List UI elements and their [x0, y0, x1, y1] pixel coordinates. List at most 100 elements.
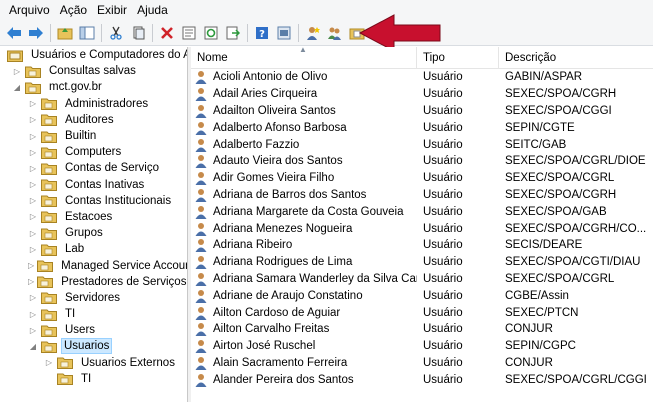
expand-arrow-icon[interactable]: ▷: [28, 244, 38, 254]
menu-acao[interactable]: Ação: [55, 0, 92, 20]
expand-arrow-icon[interactable]: ▷: [28, 228, 38, 238]
cell-nome: Ailton Carvalho Freitas: [191, 322, 417, 337]
expand-arrow-icon[interactable]: ▷: [12, 66, 22, 76]
new-group-icon[interactable]: [326, 24, 344, 42]
expand-arrow-icon[interactable]: ▷: [28, 115, 38, 125]
back-arrow-icon[interactable]: [5, 24, 23, 42]
expand-arrow-icon[interactable]: ▷: [28, 325, 38, 335]
folder-icon: [57, 357, 73, 370]
expand-arrow-icon[interactable]: ▷: [28, 163, 38, 173]
expand-arrow-icon[interactable]: ▷: [28, 196, 38, 206]
forward-arrow-icon[interactable]: [27, 24, 45, 42]
list-row[interactable]: Adalberto Afonso Barbosa Usuário SEPIN/CGT…: [191, 119, 653, 136]
expand-arrow-icon[interactable]: ▷: [28, 309, 38, 319]
tree-item[interactable]: ▷ TI: [0, 306, 187, 322]
column-header-descricao[interactable]: Descrição: [499, 47, 653, 68]
expand-arrow-icon[interactable]: ▷: [28, 261, 34, 271]
expand-arrow-icon[interactable]: ▷: [28, 277, 34, 287]
list-row[interactable]: Airton José Ruschel Usuário SEPIN/CGPC: [191, 338, 653, 355]
menu-exibir[interactable]: Exibir: [92, 0, 132, 20]
up-folder-icon[interactable]: [56, 24, 74, 42]
cell-descricao: SEITC/GAB: [505, 138, 567, 151]
help-icon[interactable]: ?: [253, 24, 271, 42]
list-row[interactable]: Adauto Vieira dos Santos Usuário SEXEC/SPO…: [191, 153, 653, 170]
folder-icon: [41, 292, 57, 305]
tree-item[interactable]: ▷ Contas Institucionais: [0, 193, 187, 209]
cut-icon[interactable]: [107, 24, 125, 42]
list-row[interactable]: Adriane de Araujo Constatino Usuário CGBE/…: [191, 287, 653, 304]
delete-icon[interactable]: [158, 24, 176, 42]
collapse-arrow-icon[interactable]: ◢: [28, 341, 38, 351]
expand-arrow-icon[interactable]: [44, 374, 54, 384]
list-row[interactable]: Ailton Cardoso de Aguiar Usuário SEXEC/PTC…: [191, 304, 653, 321]
tree-item-label: Lab: [65, 243, 85, 256]
tree-item-label: Managed Service Accounts: [61, 259, 188, 272]
user-icon: [195, 222, 207, 236]
list-row[interactable]: Alander Pereira dos Santos Usuário SEXEC/S…: [191, 371, 653, 388]
list-row[interactable]: Adail Aries Cirqueira Usuário SEXEC/SPOA/C…: [191, 86, 653, 103]
tree-item[interactable]: ▷ Estacoes: [0, 209, 187, 225]
cell-nome: Adriana Menezes Nogueira: [191, 222, 417, 236]
tree-item[interactable]: ▷ Auditores: [0, 112, 187, 128]
tree-item[interactable]: ▷ Contas Inativas: [0, 177, 187, 193]
expand-arrow-icon[interactable]: ▷: [28, 293, 38, 303]
tree-item[interactable]: ▷ Administradores: [0, 96, 187, 112]
tree-item[interactable]: ▷ Users: [0, 322, 187, 338]
cell-nome: Alander Pereira dos Santos: [191, 373, 417, 387]
menu-ajuda[interactable]: Ajuda: [132, 0, 173, 20]
cell-nome: Ailton Cardoso de Aguiar: [191, 306, 417, 320]
tree-item[interactable]: ▷ Prestadores de Serviços: [0, 274, 187, 290]
tree-item[interactable]: ◢ Usuarios: [0, 338, 187, 355]
cell-nome: Adriana Rodrigues de Lima: [191, 255, 417, 270]
list-row[interactable]: Adailton Oliveira Santos Usuário SEXEC/SPO…: [191, 103, 653, 120]
expand-arrow-icon[interactable]: ▷: [44, 358, 54, 368]
tree-item-label: Users: [65, 324, 96, 337]
domain-icon: [25, 82, 41, 94]
list-row[interactable]: Adriana Margarete da Costa Gouveia Usuári…: [191, 203, 653, 220]
cell-descricao: SEXEC/SPOA/CGRL/CGGI: [505, 373, 647, 386]
tree-item[interactable]: ◢ mct.gov.br: [0, 79, 187, 95]
list-row[interactable]: Ailton Carvalho Freitas Usuário CONJUR: [191, 321, 653, 338]
show-hide-console-tree-icon[interactable]: [78, 24, 96, 42]
tree-item[interactable]: ▷ Consultas salvas: [0, 63, 187, 79]
expand-arrow-icon[interactable]: ▷: [28, 180, 38, 190]
tree-item[interactable]: ▷ Builtin: [0, 128, 187, 144]
list-row[interactable]: Alain Sacramento Ferreira Usuário CONJUR: [191, 355, 653, 372]
list-row[interactable]: Adriana de Barros dos Santos Usuário SEXEC…: [191, 187, 653, 204]
tree-item[interactable]: ▷ Servidores: [0, 290, 187, 306]
expand-arrow-icon[interactable]: ▷: [28, 131, 38, 141]
list-row[interactable]: Adalberto Fazzio Usuário SEITC/GAB: [191, 136, 653, 153]
console-icon[interactable]: [275, 24, 293, 42]
list-row[interactable]: Adriana Menezes Nogueira Usuário SEXEC/SPO…: [191, 220, 653, 237]
tree-item[interactable]: ▷ Computers: [0, 144, 187, 160]
tree-item[interactable]: ▷ Usuarios Externos: [0, 355, 187, 371]
tree-item[interactable]: ▷ Contas de Serviço: [0, 160, 187, 176]
tree-item[interactable]: ▷ Managed Service Accounts: [0, 257, 187, 273]
list-row[interactable]: Adriana Ribeiro Usuário SECIS/DEARE: [191, 237, 653, 254]
menu-arquivo[interactable]: Arquivo: [4, 0, 55, 20]
folder-icon: [41, 244, 57, 256]
expand-arrow-icon[interactable]: ▷: [28, 212, 38, 222]
properties-icon[interactable]: [180, 24, 198, 42]
list-row[interactable]: Adriana Rodrigues de Lima Usuário SEXEC/SP…: [191, 254, 653, 271]
column-header-tipo[interactable]: Tipo: [417, 47, 499, 68]
list-row[interactable]: Acioli Antonio de Olivo Usuário GABIN/ASPA…: [191, 69, 653, 86]
tree-item[interactable]: ▷ Lab: [0, 241, 187, 257]
list-row[interactable]: Adir Gomes Vieira Filho Usuário SEXEC/SPOA…: [191, 170, 653, 187]
list-row[interactable]: Adriana Samara Wanderley da Silva Carval…: [191, 271, 653, 288]
user-name: Adriana de Barros dos Santos: [213, 188, 367, 201]
copy-icon[interactable]: [129, 24, 147, 42]
expand-arrow-icon[interactable]: ▷: [28, 99, 38, 109]
collapse-arrow-icon[interactable]: ◢: [12, 82, 22, 92]
cell-descricao: SEXEC/SPOA/CGRH: [505, 188, 617, 201]
new-user-icon[interactable]: [304, 24, 322, 42]
tree-item[interactable]: ▷ Grupos: [0, 225, 187, 241]
expand-arrow-icon[interactable]: ▷: [28, 147, 38, 157]
tree-item[interactable]: TI: [0, 371, 187, 387]
export-list-icon[interactable]: [224, 24, 242, 42]
tree-root[interactable]: Usuários e Computadores do Active D: [0, 47, 187, 63]
cell-nome: Adriana de Barros dos Santos: [191, 188, 417, 202]
tree-item-label: Contas de Serviço: [65, 162, 159, 175]
refresh-icon[interactable]: [202, 24, 220, 42]
sort-ascending-icon: ▲: [299, 47, 307, 54]
